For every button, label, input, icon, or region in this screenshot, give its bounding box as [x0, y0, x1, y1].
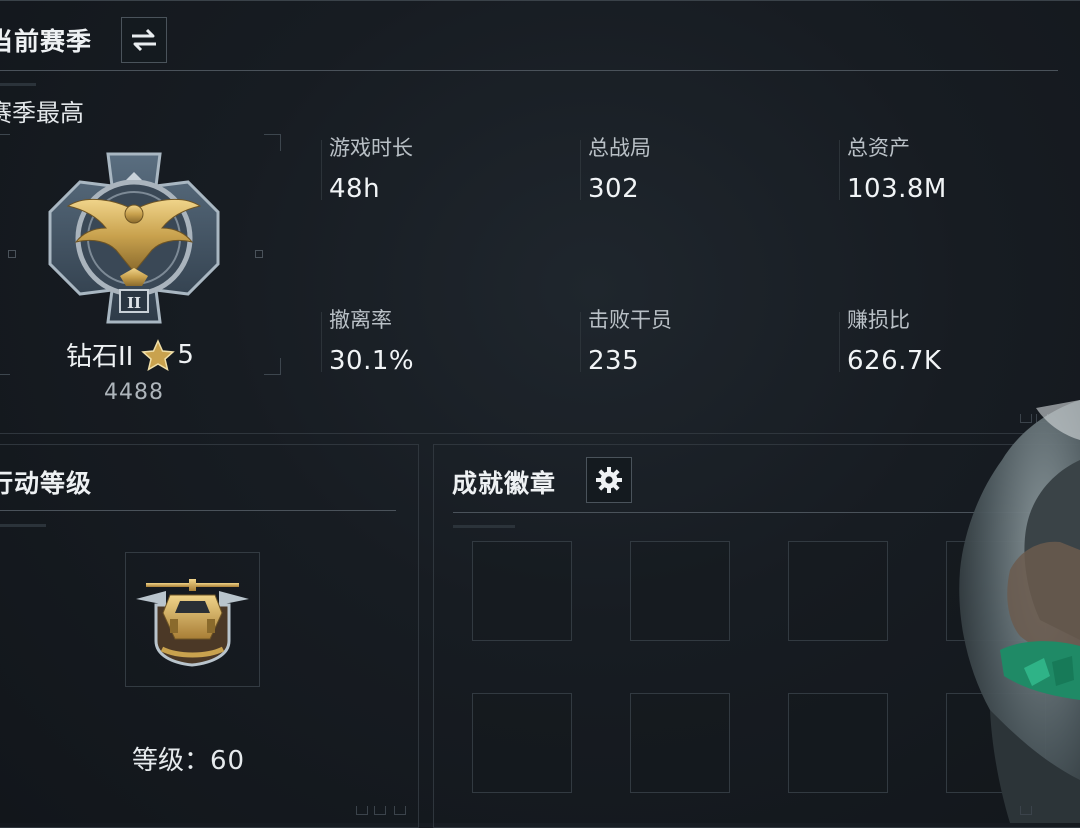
header-deco: [0, 83, 36, 86]
stat-label: 赚损比: [847, 308, 910, 332]
operation-header-divider: [0, 510, 396, 511]
stat-separator: [580, 140, 581, 200]
stat-value: 235: [588, 346, 640, 376]
season-title: 当前赛季: [0, 27, 93, 56]
operator-character-art: [959, 400, 1080, 823]
stat-separator: [839, 140, 840, 200]
rank-frame-corner: [264, 134, 281, 151]
header-deco: [0, 524, 46, 527]
gear-icon: [596, 467, 622, 493]
season-subtitle: 赛季最高: [0, 99, 84, 127]
achievement-slot[interactable]: [788, 693, 888, 793]
rank-stars: 5: [177, 339, 194, 370]
achievement-slot[interactable]: [630, 693, 730, 793]
achievements-title: 成就徽章: [452, 469, 557, 498]
stat-separator: [839, 312, 840, 372]
stat-value: 103.8M: [847, 174, 947, 204]
switch-season-button[interactable]: [121, 17, 167, 63]
operation-emblem-frame: [125, 552, 260, 687]
stat-value: 626.7K: [847, 346, 942, 376]
stat-total-matches: 总战局 302: [588, 132, 651, 204]
svg-text:II: II: [127, 294, 141, 312]
stat-value: 48h: [329, 174, 381, 204]
rank-line: 钻石II 5: [66, 336, 194, 373]
stat-separator: [321, 140, 322, 200]
frame-tick: [255, 250, 263, 258]
stat-label: 撤离率: [329, 308, 392, 332]
stat-label: 总资产: [847, 136, 910, 160]
stat-value: 302: [588, 174, 640, 204]
stat-total-assets: 总资产 103.8M: [847, 132, 947, 204]
frame-tick: [8, 250, 16, 258]
rank-name: 钻石II: [66, 342, 134, 372]
stat-profit-loss-ratio: 赚损比 626.7K: [847, 304, 941, 376]
season-header-divider: [0, 70, 1058, 71]
rank-frame-corner: [264, 358, 281, 375]
achievements-settings-button[interactable]: [586, 457, 632, 503]
panel-deco: [394, 806, 406, 815]
rank-frame-corner: [0, 358, 10, 375]
stat-operators-defeated: 击败干员 235: [588, 304, 672, 376]
stat-separator: [321, 312, 322, 372]
helicopter-badge-icon: [136, 579, 249, 667]
header-deco: [453, 525, 515, 528]
achievement-slot[interactable]: [630, 541, 730, 641]
operation-title: 行动等级: [0, 469, 93, 498]
rank-points: 4488: [104, 380, 164, 405]
operation-level: 等级：60: [132, 740, 245, 777]
panel-deco: [1020, 806, 1032, 815]
panel-deco: [356, 806, 368, 815]
stat-separator: [580, 312, 581, 372]
panel-deco: [374, 806, 386, 815]
stat-label: 总战局: [588, 136, 651, 160]
level-value: 60: [210, 746, 246, 776]
rank-frame-corner: [0, 134, 10, 151]
achievement-slot[interactable]: [472, 693, 572, 793]
stat-value: 30.1%: [329, 346, 415, 376]
achievement-slot[interactable]: [788, 541, 888, 641]
stat-label: 击败干员: [588, 308, 672, 332]
star-icon: [141, 338, 176, 371]
swap-arrows-icon: [132, 28, 156, 52]
stat-label: 游戏时长: [329, 136, 413, 160]
stat-play-time: 游戏时长 48h: [329, 132, 413, 204]
achievement-slot[interactable]: [472, 541, 572, 641]
stat-extraction-rate: 撤离率 30.1%: [329, 304, 414, 376]
diamond-rank-emblem: II: [48, 152, 220, 324]
level-label: 等级：: [132, 746, 211, 776]
